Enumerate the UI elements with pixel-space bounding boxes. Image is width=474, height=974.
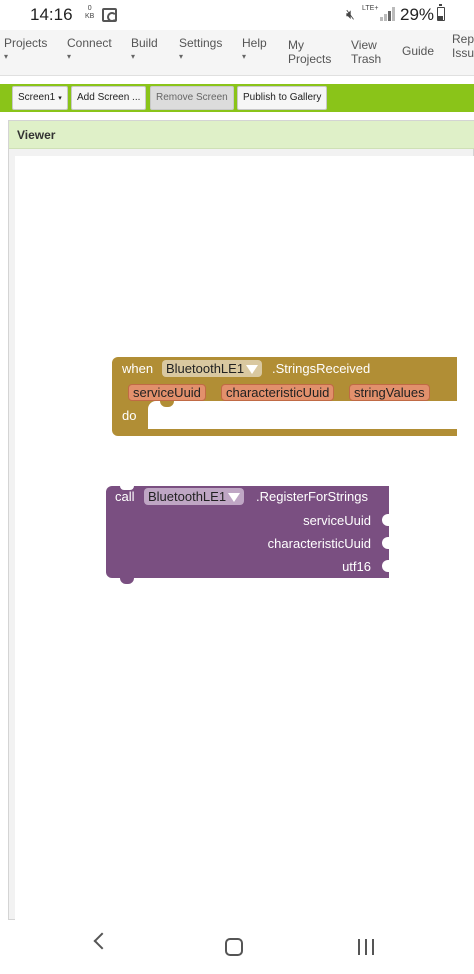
home-icon[interactable] [225, 938, 243, 956]
call-block-register-for-strings[interactable]: call BluetoothLE1 .RegisterForStrings se… [106, 486, 389, 584]
component-dropdown-label: BluetoothLE1 [166, 361, 245, 376]
menu-view-trash[interactable]: View Trash [351, 38, 381, 66]
status-time: 14:16 [30, 5, 73, 24]
menu-connect[interactable]: Connect ▾ [67, 36, 112, 62]
call-keyword: call [115, 489, 135, 504]
chevron-down-icon: ▾ [179, 52, 184, 61]
network-speed-indicator: 0 KB [85, 5, 95, 20]
add-screen-button[interactable]: Add Screen ... [71, 86, 147, 110]
param-service-uuid[interactable]: serviceUuid [128, 384, 206, 401]
recents-icon[interactable] [358, 939, 376, 955]
param-characteristic-uuid[interactable]: characteristicUuid [221, 384, 335, 401]
menu-report-issue[interactable]: Repo Issu [452, 32, 474, 60]
when-keyword: when [122, 361, 154, 376]
designer-toolbar: Screen1 ▾ Add Screen ... Remove Screen Pu… [0, 84, 474, 112]
method-name: .RegisterForStrings [256, 489, 368, 504]
arg-label-characteristic-uuid: characteristicUuid [267, 536, 371, 551]
screen-select[interactable]: Screen1 ▾ [12, 86, 68, 110]
menu-connect-label: Connect [67, 36, 112, 50]
menu-projects[interactable]: Projects ▾ [4, 36, 47, 62]
signal-icon [380, 7, 396, 21]
do-statement-slot[interactable] [148, 401, 457, 429]
top-menu-bar: Projects ▾ Connect ▾ Build ▾ Settings ▾ Help… [0, 30, 474, 76]
system-nav-bar [0, 920, 474, 974]
menu-projects-label: Projects [4, 36, 48, 50]
battery-percent: 29% [400, 5, 435, 24]
chevron-down-icon: ▾ [4, 52, 9, 61]
chevron-down-icon: ▾ [131, 52, 136, 61]
component-dropdown-label: BluetoothLE1 [148, 489, 227, 504]
component-dropdown[interactable]: BluetoothLE1 [144, 488, 245, 505]
dropdown-arrow-icon [228, 493, 241, 502]
menu-settings-label: Settings [179, 36, 223, 50]
arg-socket-characteristic-uuid[interactable] [382, 537, 389, 549]
publish-to-gallery-button[interactable]: Publish to Gallery [237, 86, 328, 110]
event-name: .StringsReceived [272, 361, 371, 376]
chevron-down-icon: ▾ [242, 52, 247, 61]
component-dropdown[interactable]: BluetoothLE1 [162, 360, 263, 377]
dropdown-arrow-icon [246, 365, 259, 374]
do-keyword: do [122, 408, 137, 423]
arg-label-utf16: utf16 [342, 559, 371, 574]
chevron-left-icon[interactable] [93, 932, 111, 950]
screen-select-label: Screen1 [18, 92, 56, 103]
menu-help-label: Help [242, 36, 267, 50]
battery-icon [437, 4, 445, 21]
event-block-strings-received[interactable]: when BluetoothLE1 .StringsReceived servi… [112, 357, 457, 436]
viewer-title: Viewer [17, 128, 56, 142]
translate-app-icon [102, 8, 117, 22]
menu-build[interactable]: Build ▾ [131, 36, 158, 62]
menu-my-projects[interactable]: My Projects [288, 38, 331, 66]
lte-indicator: LTE+ [362, 5, 379, 12]
event-block-footer [112, 429, 457, 436]
status-bar: 14:16 0 KB 🔇︎ LTE+ 29% [0, 0, 474, 30]
remove-screen-button[interactable]: Remove Screen [150, 86, 234, 110]
param-string-values[interactable]: stringValues [349, 384, 430, 401]
chevron-down-icon: ▾ [58, 95, 62, 102]
arg-socket-utf16[interactable] [382, 560, 389, 572]
menu-help[interactable]: Help ▾ [242, 36, 267, 62]
arg-socket-service-uuid[interactable] [382, 514, 389, 526]
menu-guide[interactable]: Guide [402, 44, 434, 58]
menu-settings[interactable]: Settings ▾ [179, 36, 222, 62]
chevron-down-icon: ▾ [67, 52, 72, 61]
mute-icon: 🔇︎ [346, 6, 355, 22]
viewer-header: Viewer [9, 121, 474, 149]
menu-build-label: Build [131, 36, 158, 50]
arg-label-service-uuid: serviceUuid [303, 513, 371, 528]
